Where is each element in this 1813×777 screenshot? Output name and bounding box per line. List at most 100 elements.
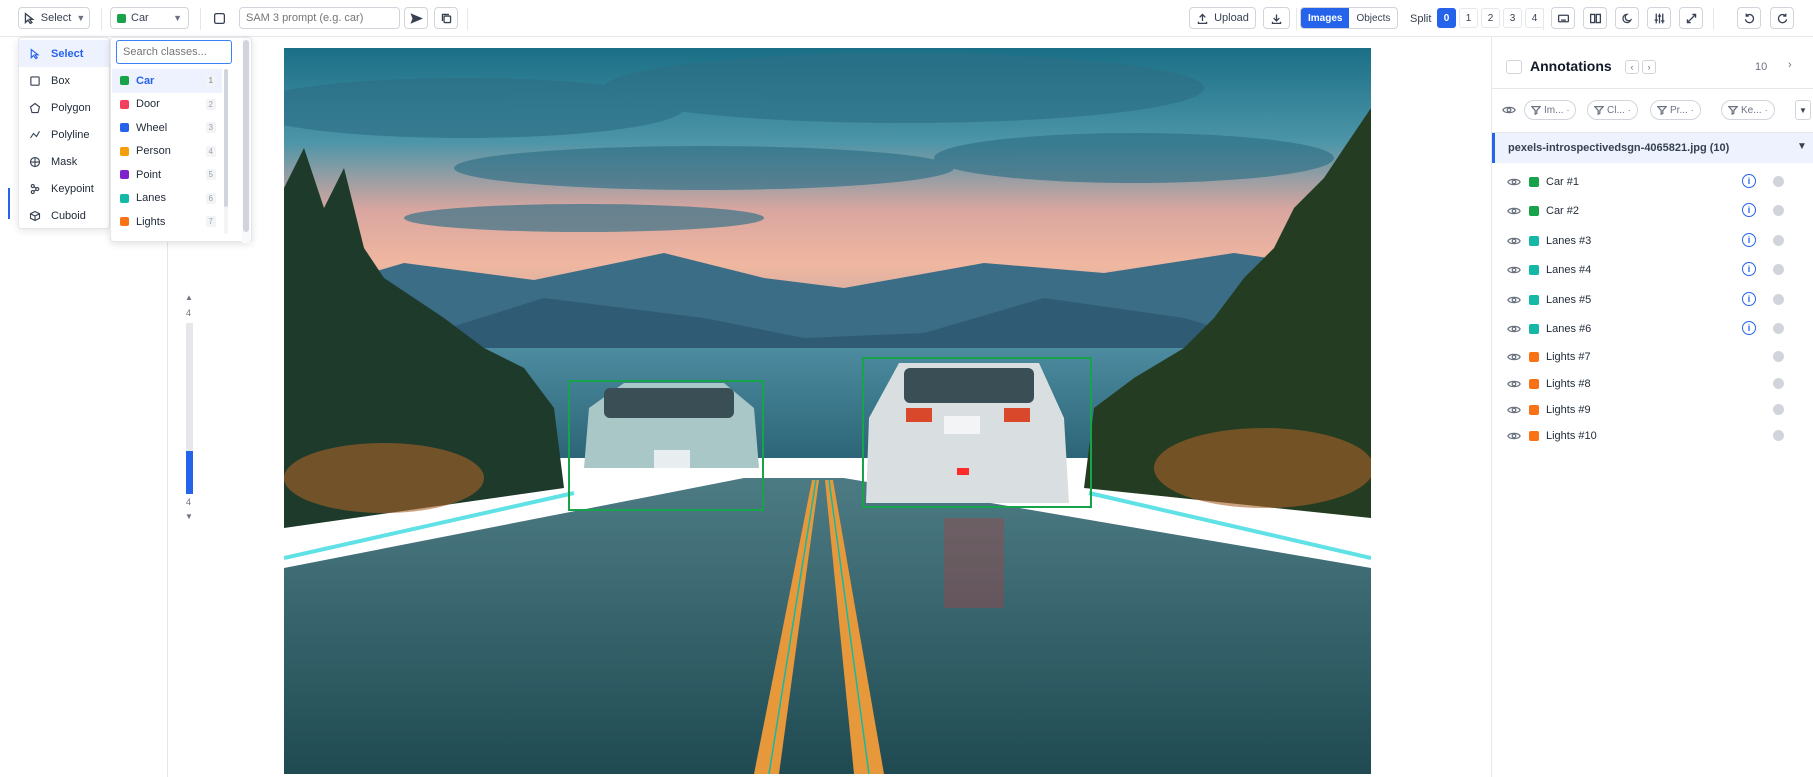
annotation-row[interactable]: Lights #7 — [1492, 345, 1813, 369]
next-image-button[interactable]: › — [1642, 60, 1656, 74]
filter-image[interactable]: Im... · — [1524, 100, 1577, 120]
filter-label: Im... — [1544, 104, 1564, 116]
status-dot[interactable] — [1773, 323, 1784, 334]
view-mode-objects[interactable]: Objects — [1349, 8, 1397, 28]
panel-menu-icon[interactable] — [1506, 60, 1522, 74]
theme-toggle-button[interactable] — [1615, 7, 1639, 29]
split-option-1[interactable]: 1 — [1459, 8, 1478, 28]
collapse-panel-icon[interactable]: › — [1788, 59, 1792, 71]
info-icon[interactable]: i — [1742, 292, 1756, 306]
annotation-row[interactable]: Lanes #5 i — [1492, 288, 1813, 312]
class-item-label: Point — [136, 168, 162, 181]
class-menu-scrollbar[interactable] — [242, 38, 250, 243]
tool-menu-item-mask[interactable]: Mask — [19, 148, 109, 175]
split-option-3[interactable]: 3 — [1503, 8, 1522, 28]
filter-keypoint[interactable]: Ke... · — [1721, 100, 1775, 120]
eye-icon[interactable] — [1507, 322, 1521, 336]
copy-button[interactable] — [434, 7, 458, 29]
split-option-4[interactable]: 4 — [1525, 8, 1544, 28]
tool-select-dropdown[interactable]: Select ▼ — [18, 7, 90, 29]
class-search-input[interactable] — [116, 40, 232, 64]
keyboard-shortcuts-button[interactable] — [1551, 7, 1575, 29]
view-mode-images[interactable]: Images — [1301, 8, 1350, 28]
class-item-label: Door — [136, 98, 160, 111]
scrollbar-thumb[interactable] — [224, 69, 228, 207]
eye-icon[interactable] — [1507, 350, 1521, 364]
filter-class[interactable]: Cl... · — [1587, 100, 1638, 120]
status-dot[interactable] — [1773, 235, 1784, 246]
class-item-car[interactable]: Car 1 — [112, 69, 222, 93]
tool-menu-item-keypoint[interactable]: Keypoint — [19, 175, 109, 202]
eye-icon[interactable] — [1507, 234, 1521, 248]
tool-menu-item-select[interactable]: Select — [19, 40, 109, 67]
filter-property[interactable]: Pr... · — [1650, 100, 1701, 120]
eye-icon[interactable] — [1502, 103, 1516, 117]
info-icon[interactable]: i — [1742, 203, 1756, 217]
status-dot[interactable] — [1773, 264, 1784, 275]
slider-down-arrow-icon[interactable]: ▼ — [185, 512, 193, 521]
annotation-row[interactable]: Lanes #6 i — [1492, 317, 1813, 341]
info-icon[interactable]: i — [1742, 233, 1756, 247]
settings-button[interactable] — [1647, 7, 1671, 29]
file-group-header[interactable]: pexels-introspectivedsgn-4065821.jpg (10… — [1492, 133, 1813, 163]
docs-button[interactable] — [1583, 7, 1607, 29]
info-icon[interactable]: i — [1742, 262, 1756, 276]
annotation-row[interactable]: Lights #9 — [1492, 398, 1813, 422]
copy-icon — [441, 13, 451, 23]
tool-menu-item-polyline[interactable]: Polyline — [19, 121, 109, 148]
class-list: Car 1 Door 2 Wheel 3 Person 4 Point 5 La… — [112, 69, 222, 234]
slider-up-arrow-icon[interactable]: ▲ — [185, 293, 193, 302]
class-list-scrollbar[interactable] — [224, 69, 228, 234]
annotation-row[interactable]: Lanes #4 i — [1492, 258, 1813, 282]
eye-icon[interactable] — [1507, 204, 1521, 218]
prev-image-button[interactable]: ‹ — [1625, 60, 1639, 74]
redo-button[interactable] — [1770, 7, 1794, 29]
annotation-color-swatch — [1529, 431, 1539, 441]
annotation-row[interactable]: Lights #10 — [1492, 424, 1813, 448]
status-dot[interactable] — [1773, 430, 1784, 441]
send-prompt-button[interactable] — [404, 7, 428, 29]
tool-menu-item-box[interactable]: Box — [19, 67, 109, 94]
eye-icon[interactable] — [1507, 377, 1521, 391]
undo-button[interactable] — [1737, 7, 1761, 29]
status-dot[interactable] — [1773, 404, 1784, 415]
tool-menu-item-cuboid[interactable]: Cuboid — [19, 202, 109, 229]
scrollbar-thumb[interactable] — [243, 40, 249, 232]
annotation-row[interactable]: Lanes #3 i — [1492, 229, 1813, 253]
info-icon[interactable]: i — [1742, 174, 1756, 188]
status-dot[interactable] — [1773, 351, 1784, 362]
eye-icon[interactable] — [1507, 429, 1521, 443]
annotated-image[interactable] — [284, 48, 1371, 774]
collapse-triangle-icon[interactable]: ▼ — [1797, 141, 1807, 152]
status-dot[interactable] — [1773, 378, 1784, 389]
split-option-2[interactable]: 2 — [1481, 8, 1500, 28]
eye-icon[interactable] — [1507, 263, 1521, 277]
class-item-door[interactable]: Door 2 — [112, 93, 222, 117]
frame-slider[interactable]: ▲ 4 4 ▼ — [183, 290, 197, 530]
annotation-row[interactable]: Car #2 i — [1492, 199, 1813, 223]
class-item-lanes[interactable]: Lanes 6 — [112, 187, 222, 211]
class-item-lights[interactable]: Lights 7 — [112, 210, 222, 234]
class-item-wheel[interactable]: Wheel 3 — [112, 116, 222, 140]
eye-icon[interactable] — [1507, 175, 1521, 189]
status-dot[interactable] — [1773, 294, 1784, 305]
download-button[interactable] — [1263, 7, 1290, 29]
fullscreen-button[interactable] — [1679, 7, 1703, 29]
split-option-0[interactable]: 0 — [1437, 8, 1456, 28]
annotation-row[interactable]: Car #1 i — [1492, 170, 1813, 194]
status-dot[interactable] — [1773, 205, 1784, 216]
class-select-dropdown[interactable]: Car ▼ — [110, 7, 189, 29]
eye-icon[interactable] — [1507, 293, 1521, 307]
class-item-point[interactable]: Point 5 — [112, 163, 222, 187]
eye-icon[interactable] — [1507, 403, 1521, 417]
info-icon[interactable]: i — [1742, 321, 1756, 335]
tool-menu-item-polygon[interactable]: Polygon — [19, 94, 109, 121]
sam-toggle-checkbox[interactable] — [210, 7, 228, 29]
class-item-person[interactable]: Person 4 — [112, 140, 222, 164]
sam-prompt-input[interactable] — [239, 7, 400, 29]
status-dot[interactable] — [1773, 176, 1784, 187]
upload-button[interactable]: Upload — [1189, 7, 1256, 29]
annotation-row[interactable]: Lights #8 — [1492, 372, 1813, 396]
slider-track[interactable] — [186, 323, 193, 494]
filter-more-dropdown[interactable]: ▼ — [1795, 100, 1811, 120]
